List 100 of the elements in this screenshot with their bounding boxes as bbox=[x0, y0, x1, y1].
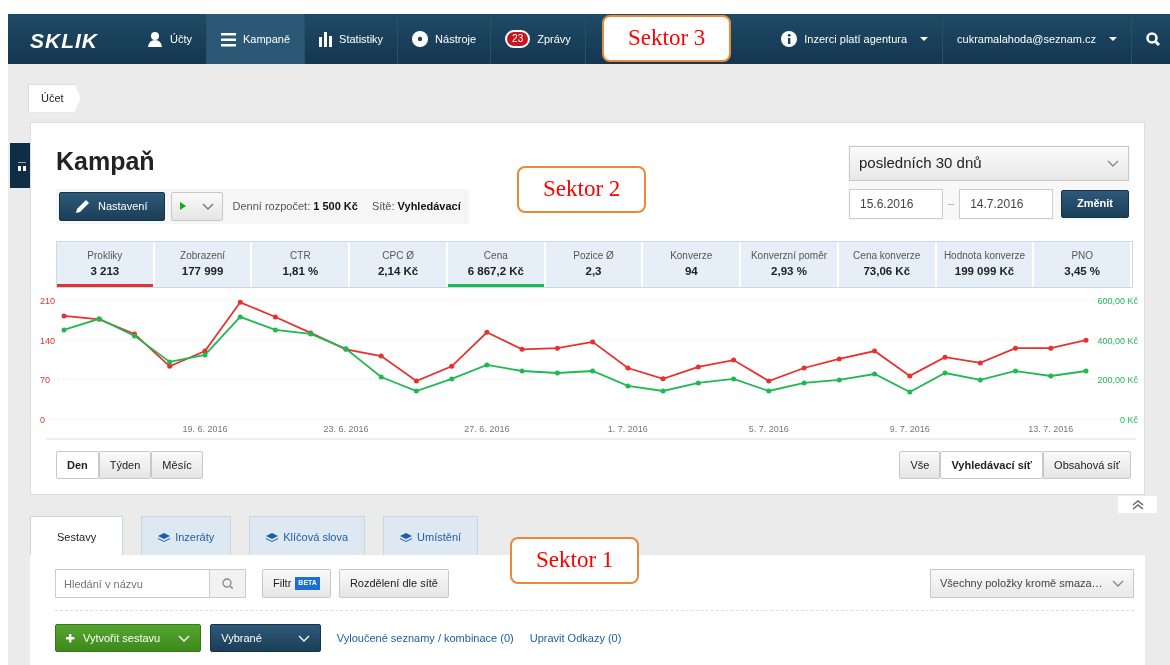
annotation-callout: Sektor 3 bbox=[602, 15, 732, 62]
caret-icon bbox=[920, 37, 929, 41]
toggle-button[interactable]: Obsahová síť bbox=[1043, 450, 1131, 479]
collapse-button[interactable] bbox=[1118, 496, 1157, 513]
metric-label: CTR bbox=[289, 248, 312, 263]
axis-label: 19. 6. 2016 bbox=[182, 423, 228, 434]
metric-tab[interactable]: Zobrazení 177 999 bbox=[154, 241, 253, 287]
play-icon bbox=[179, 202, 186, 210]
chevron-down-icon bbox=[201, 202, 214, 210]
metric-tab[interactable]: Cena 6 867,2 Kč bbox=[447, 241, 546, 287]
pencil-icon bbox=[76, 199, 90, 213]
axis-label: 400,00 Kč bbox=[1097, 335, 1138, 346]
metric-tab[interactable]: Prokliky 3 213 bbox=[57, 241, 155, 287]
metric-value: 199 099 Kč bbox=[953, 263, 1016, 279]
metric-label: PNO bbox=[1070, 248, 1095, 263]
metric-value: 177 999 bbox=[180, 263, 225, 279]
create-button[interactable]: Vytvořit sestavu bbox=[55, 624, 202, 652]
metric-tab[interactable]: PNO 3,45 % bbox=[1034, 241, 1133, 287]
metric-label: Hodnota konverze bbox=[942, 248, 1027, 263]
breadcrumb-item[interactable]: Účet bbox=[28, 84, 81, 113]
search-field[interactable]: Hledání v názvu bbox=[55, 569, 210, 598]
dropdown-menu-button[interactable]: Inzerci platí agentura bbox=[767, 14, 944, 64]
settings-button[interactable]: Nastavení bbox=[59, 191, 165, 221]
date-from-field[interactable]: 15.6.2016 bbox=[849, 188, 943, 219]
date-separator: – bbox=[948, 196, 955, 212]
page-title: Kampaň bbox=[56, 146, 155, 177]
axis-label: 210 bbox=[40, 295, 56, 306]
axis-label: 600,00 Kč bbox=[1097, 295, 1138, 306]
metric-label: Pozice Ø bbox=[572, 248, 615, 263]
metric-value: 94 bbox=[683, 263, 699, 279]
change-button[interactable]: Změnit bbox=[1060, 189, 1129, 218]
items-select[interactable]: Všechny položky kromě smaza… bbox=[930, 569, 1134, 598]
axis-label: 1. 7. 2016 bbox=[607, 423, 648, 434]
chevron-down-icon bbox=[1112, 580, 1124, 587]
metric-value: 1,81 % bbox=[281, 263, 320, 279]
metric-label: Cena konverze bbox=[852, 248, 922, 263]
search-icon bbox=[222, 578, 233, 589]
search-icon bbox=[1146, 32, 1160, 46]
metric-value: 6 867,2 Kč bbox=[466, 263, 525, 279]
toggle-button[interactable]: Měsíc bbox=[151, 450, 203, 479]
section-tab[interactable]: Umístění bbox=[383, 516, 479, 558]
metric-tab[interactable]: Hodnota konverze 199 099 Kč bbox=[936, 241, 1035, 287]
layers-icon bbox=[158, 532, 171, 542]
nav-item[interactable]: Kampaně bbox=[207, 14, 306, 64]
metric-value: 2,14 Kč bbox=[376, 263, 420, 279]
axis-label: 13. 7. 2016 bbox=[1028, 423, 1074, 434]
period-select[interactable]: posledních 30 dnů bbox=[849, 146, 1129, 181]
toggle-button[interactable]: Vše bbox=[899, 450, 941, 479]
metric-tab[interactable]: Cena konverze 73,06 Kč bbox=[838, 241, 937, 287]
chevron-down-icon bbox=[1107, 159, 1119, 167]
notification-badge: 23 bbox=[505, 30, 531, 48]
plus-icon bbox=[66, 633, 75, 643]
metric-label: CPC Ø bbox=[381, 248, 415, 263]
section-tab[interactable]: Inzeráty bbox=[141, 516, 232, 558]
date-to-field[interactable]: 14.7.2016 bbox=[959, 188, 1054, 219]
metric-label: Prokliky bbox=[86, 248, 124, 263]
axis-label: 9. 7. 2016 bbox=[889, 423, 930, 434]
metric-label: Zobrazení bbox=[179, 248, 227, 263]
toggle-button[interactable]: Vyhledávací síť bbox=[940, 450, 1044, 479]
toggle-button[interactable]: Týden bbox=[98, 450, 152, 479]
axis-label: 0 Kč bbox=[1120, 414, 1138, 425]
metric-tab[interactable]: Konverze 94 bbox=[643, 241, 742, 287]
split-button[interactable]: Rozdělení dle sítě bbox=[338, 569, 449, 598]
nav-item[interactable]: Nástroje bbox=[398, 14, 492, 64]
menu-icon bbox=[221, 31, 236, 47]
axis-label: 70 bbox=[40, 375, 50, 386]
nav-item[interactable]: 23 Zprávy bbox=[491, 14, 586, 64]
chevron-down-icon bbox=[178, 634, 191, 642]
dropdown-menu-button[interactable]: cukramalahoda@seznam.cz bbox=[943, 14, 1132, 64]
annotation-callout: Sektor 2 bbox=[517, 166, 647, 213]
logo: SKLIK bbox=[29, 28, 99, 54]
metric-tab[interactable]: Konverzní poměr 2,93 % bbox=[741, 241, 839, 287]
axis-label: 200,00 Kč bbox=[1097, 375, 1138, 386]
metric-tab[interactable]: CPC Ø 2,14 Kč bbox=[350, 241, 448, 287]
selected-items-button[interactable]: Vybrané bbox=[210, 624, 321, 652]
budget-text: Denní rozpočet: 1 500 Kč bbox=[232, 198, 358, 214]
toggle-button[interactable]: Den bbox=[56, 450, 99, 479]
axis-label: 27. 6. 2016 bbox=[464, 423, 510, 434]
metric-value: 2,93 % bbox=[770, 263, 808, 279]
axis-label: 0 bbox=[40, 414, 45, 425]
link[interactable]: Upravit Odkazy (0) bbox=[529, 629, 622, 647]
info-icon bbox=[781, 31, 798, 47]
link[interactable]: Vyloučené seznamy / kombinace (0) bbox=[336, 629, 514, 647]
metric-tab[interactable]: Pozice Ø 2,3 bbox=[545, 241, 644, 287]
section-tab[interactable]: Klíčová slova bbox=[249, 516, 366, 558]
annotation-callout: Sektor 1 bbox=[510, 537, 640, 584]
networks-text: Sítě: Vyhledávací bbox=[371, 198, 461, 214]
nav-item[interactable]: Statistiky bbox=[305, 14, 399, 64]
metric-label: Cena bbox=[482, 248, 509, 263]
person-icon bbox=[147, 31, 163, 47]
metric-value: 2,3 bbox=[584, 263, 603, 279]
axis-label: 23. 6. 2016 bbox=[323, 423, 369, 434]
metric-tab[interactable]: CTR 1,81 % bbox=[252, 241, 351, 287]
metric-value: 73,06 Kč bbox=[862, 263, 912, 279]
panel-icon bbox=[17, 160, 26, 171]
bar-chart-icon bbox=[319, 31, 333, 47]
metric-label: Konverze bbox=[669, 248, 714, 263]
chevron-down-icon bbox=[297, 634, 310, 642]
double-chevron-up-icon bbox=[1131, 499, 1144, 510]
section-tab[interactable]: Sestavy bbox=[30, 516, 124, 558]
